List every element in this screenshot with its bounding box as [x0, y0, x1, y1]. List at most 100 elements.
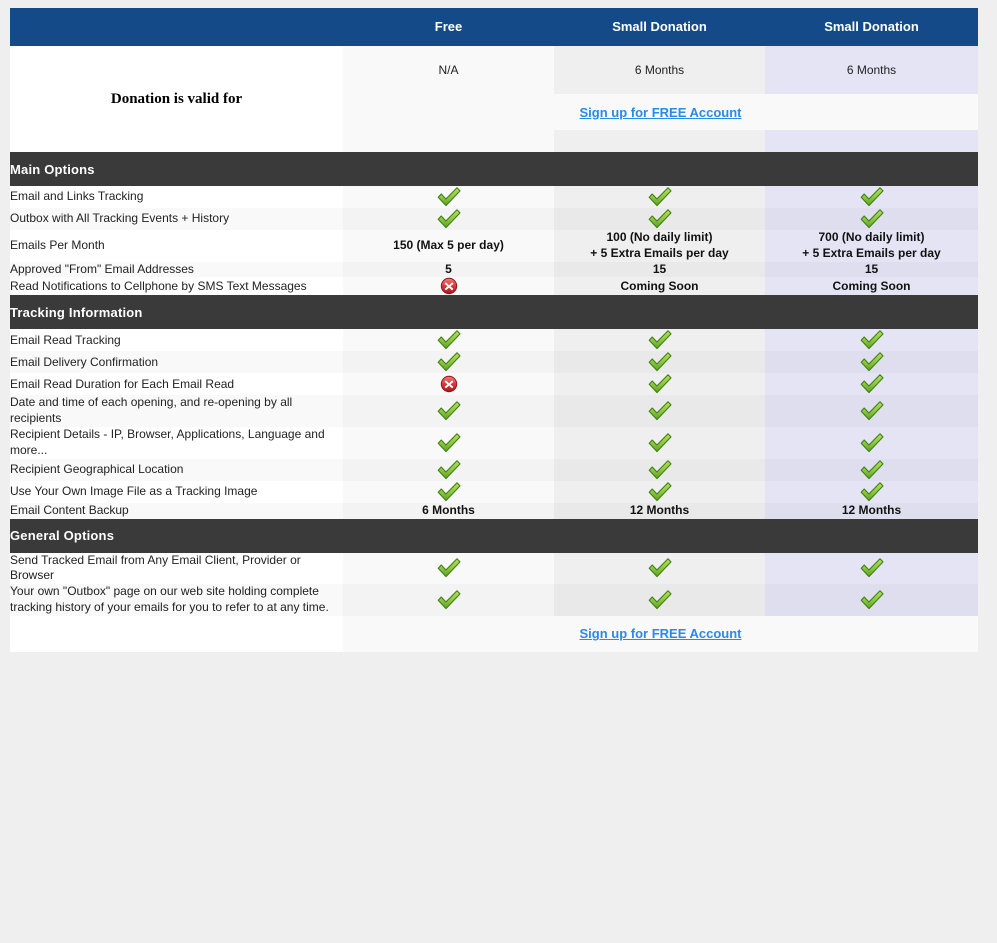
check-icon	[647, 400, 673, 422]
feature-value-1	[343, 480, 554, 503]
feature-value-3: 700 (No daily limit) + 5 Extra Emails per…	[765, 230, 978, 262]
feature-value-3	[765, 186, 978, 208]
column-header-1: Free	[343, 8, 554, 46]
section-header-row: Tracking Information	[10, 295, 978, 330]
check-icon	[647, 373, 673, 395]
check-icon	[647, 351, 673, 373]
feature-value-2: 100 (No daily limit) + 5 Extra Emails per…	[554, 230, 765, 262]
check-icon	[859, 459, 885, 481]
check-icon	[436, 481, 462, 503]
feature-value-3	[765, 373, 978, 396]
feature-value-3	[765, 480, 978, 503]
table-row: Date and time of each opening, and re-op…	[10, 395, 978, 428]
cross-icon	[440, 375, 458, 393]
feature-label: Emails Per Month	[10, 230, 343, 262]
feature-value-2	[554, 373, 765, 396]
section-title-1: Main Options	[10, 152, 978, 186]
feature-value-3: 12 Months	[765, 502, 978, 519]
signup-row-bottom: Sign up for FREE Account	[10, 615, 978, 652]
feature-value-1	[343, 351, 554, 374]
check-icon	[859, 186, 885, 208]
cell-text: Coming Soon	[620, 278, 699, 293]
cell-text: 15	[864, 261, 879, 276]
feature-label: Email Read Duration for Each Email Read	[10, 373, 343, 396]
cell-text: 100 (No daily limit) + 5 Extra Emails per…	[590, 230, 729, 260]
feature-label: Read Notifications to Cellphone by SMS T…	[10, 277, 343, 296]
section-header-row: Main Options	[10, 152, 978, 186]
feature-label: Your own "Outbox" page on our web site h…	[10, 584, 343, 616]
comparison-table: Free Small Donation Small Donation Donation…	[10, 8, 978, 652]
check-icon	[859, 351, 885, 373]
cell-text: 15	[652, 261, 667, 276]
check-icon	[859, 432, 885, 454]
feature-value-2	[554, 186, 765, 208]
feature-value-1	[343, 186, 554, 208]
signup-left-pad	[10, 615, 343, 652]
feature-value-2	[554, 458, 765, 481]
check-icon	[859, 481, 885, 503]
check-icon	[647, 459, 673, 481]
cell-text: 6 Months	[422, 502, 475, 517]
donation-validity-value-3: 6 Months	[765, 46, 978, 94]
donation-validity-value-2: 6 Months	[554, 46, 765, 94]
header-blank	[10, 8, 343, 46]
feature-value-1: 6 Months	[343, 502, 554, 519]
check-icon	[859, 557, 885, 579]
feature-value-1	[343, 208, 554, 230]
feature-value-1	[343, 584, 554, 616]
feature-value-1: 5	[343, 261, 554, 278]
feature-label: Approved "From" Email Addresses	[10, 261, 343, 278]
table-row: Recipient Geographical Location	[10, 458, 978, 481]
signup-link-bottom[interactable]: Sign up for FREE Account	[579, 626, 741, 641]
check-icon	[859, 208, 885, 230]
check-icon	[436, 186, 462, 208]
table-row: Send Tracked Email from Any Email Client…	[10, 552, 978, 585]
spacer-cell-1	[343, 130, 554, 152]
check-icon	[436, 459, 462, 481]
table-row: Approved "From" Email Addresses 5 15 15	[10, 261, 978, 278]
cell-text: 12 Months	[841, 502, 902, 517]
check-icon	[859, 373, 885, 395]
feature-value-2	[554, 552, 765, 585]
table-row: Email Read Tracking	[10, 329, 978, 352]
check-icon	[436, 329, 462, 351]
feature-value-1	[343, 395, 554, 428]
check-icon	[436, 589, 462, 611]
table-row: Emails Per Month 150 (Max 5 per day) 100 (…	[10, 230, 978, 262]
table-row: Email and Links Tracking	[10, 186, 978, 208]
feature-value-3	[765, 427, 978, 459]
feature-value-1	[343, 427, 554, 459]
check-icon	[647, 329, 673, 351]
check-icon	[859, 589, 885, 611]
feature-value-1	[343, 552, 554, 585]
feature-value-2: Coming Soon	[554, 277, 765, 296]
feature-value-2	[554, 427, 765, 459]
plan-comparison-table: Free Small Donation Small Donation Donation…	[10, 8, 978, 652]
table-row: Outbox with All Tracking Events + Histor…	[10, 208, 978, 230]
feature-value-2	[554, 329, 765, 352]
feature-label: Recipient Geographical Location	[10, 458, 343, 481]
table-row: Your own "Outbox" page on our web site h…	[10, 584, 978, 616]
table-row: Email Content Backup 6 Months 12 Months 12 …	[10, 502, 978, 519]
table-row: Email Delivery Confirmation	[10, 351, 978, 374]
feature-value-1	[343, 458, 554, 481]
cell-text: Coming Soon	[832, 278, 911, 293]
feature-value-3	[765, 552, 978, 585]
cell-text: 700 (No daily limit) + 5 Extra Emails per…	[802, 230, 941, 260]
check-icon	[859, 400, 885, 422]
cross-icon	[440, 277, 458, 295]
donation-validity-row: Donation is valid for N/A 6 Months 6 Months	[10, 46, 978, 152]
feature-label: Use Your Own Image File as a Tracking Im…	[10, 480, 343, 503]
check-icon	[647, 186, 673, 208]
feature-value-3	[765, 351, 978, 374]
cell-text: 150 (Max 5 per day)	[393, 237, 504, 252]
check-icon	[647, 208, 673, 230]
table-row: Use Your Own Image File as a Tracking Im…	[10, 480, 978, 503]
donation-validity-label: Donation is valid for	[10, 46, 343, 152]
signup-link-top[interactable]: Sign up for FREE Account	[579, 105, 741, 120]
section-title-3: General Options	[10, 518, 978, 553]
feature-value-2: 12 Months	[554, 502, 765, 519]
check-icon	[647, 589, 673, 611]
signup-cell-bottom: Sign up for FREE Account	[343, 615, 978, 652]
feature-label: Email Read Tracking	[10, 329, 343, 352]
